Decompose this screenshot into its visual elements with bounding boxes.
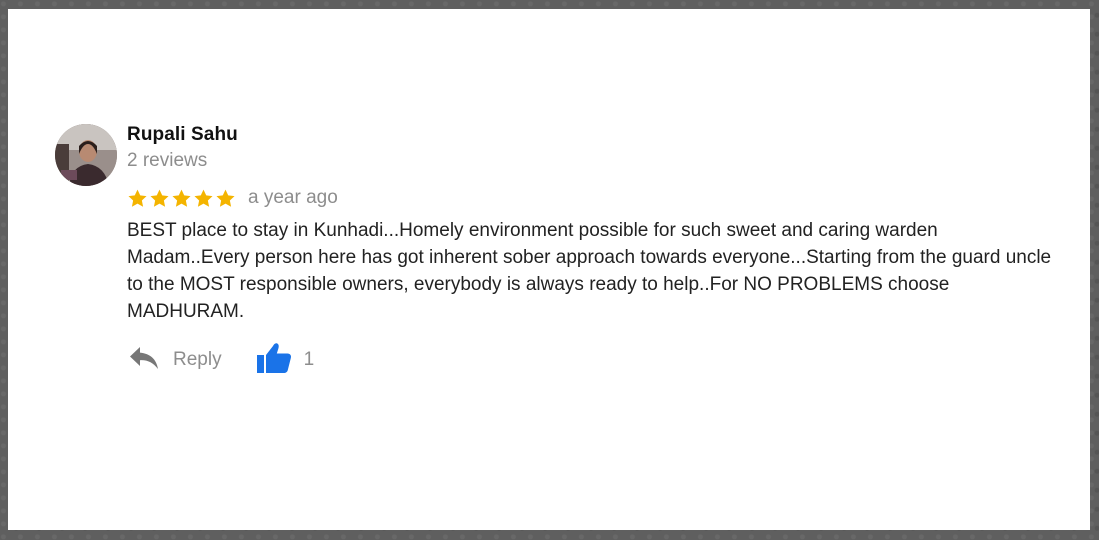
- thumbs-up-icon: [256, 342, 292, 379]
- star-icon: [149, 188, 170, 209]
- rating-row: a year ago: [127, 185, 338, 211]
- author-name[interactable]: Rupali Sahu: [127, 124, 238, 146]
- star-icon: [127, 188, 148, 209]
- reply-label: Reply: [173, 349, 222, 370]
- review-time: a year ago: [248, 187, 338, 208]
- star-rating: [127, 188, 236, 209]
- review-card: Rupali Sahu 2 reviews a year ago BEST pl…: [8, 9, 1090, 530]
- like-count: 1: [303, 349, 315, 370]
- review-text: BEST place to stay in Kunhadi...Homely e…: [127, 220, 1052, 322]
- review-actions: Reply 1: [129, 342, 314, 378]
- author-review-count[interactable]: 2 reviews: [127, 150, 207, 172]
- reply-icon: [129, 346, 159, 375]
- reply-button[interactable]: Reply: [129, 346, 222, 375]
- star-icon: [215, 188, 236, 209]
- author-avatar[interactable]: [55, 124, 117, 186]
- star-icon: [193, 188, 214, 209]
- star-icon: [171, 188, 192, 209]
- avatar-photo-icon: [55, 124, 117, 186]
- like-button[interactable]: 1: [256, 342, 315, 379]
